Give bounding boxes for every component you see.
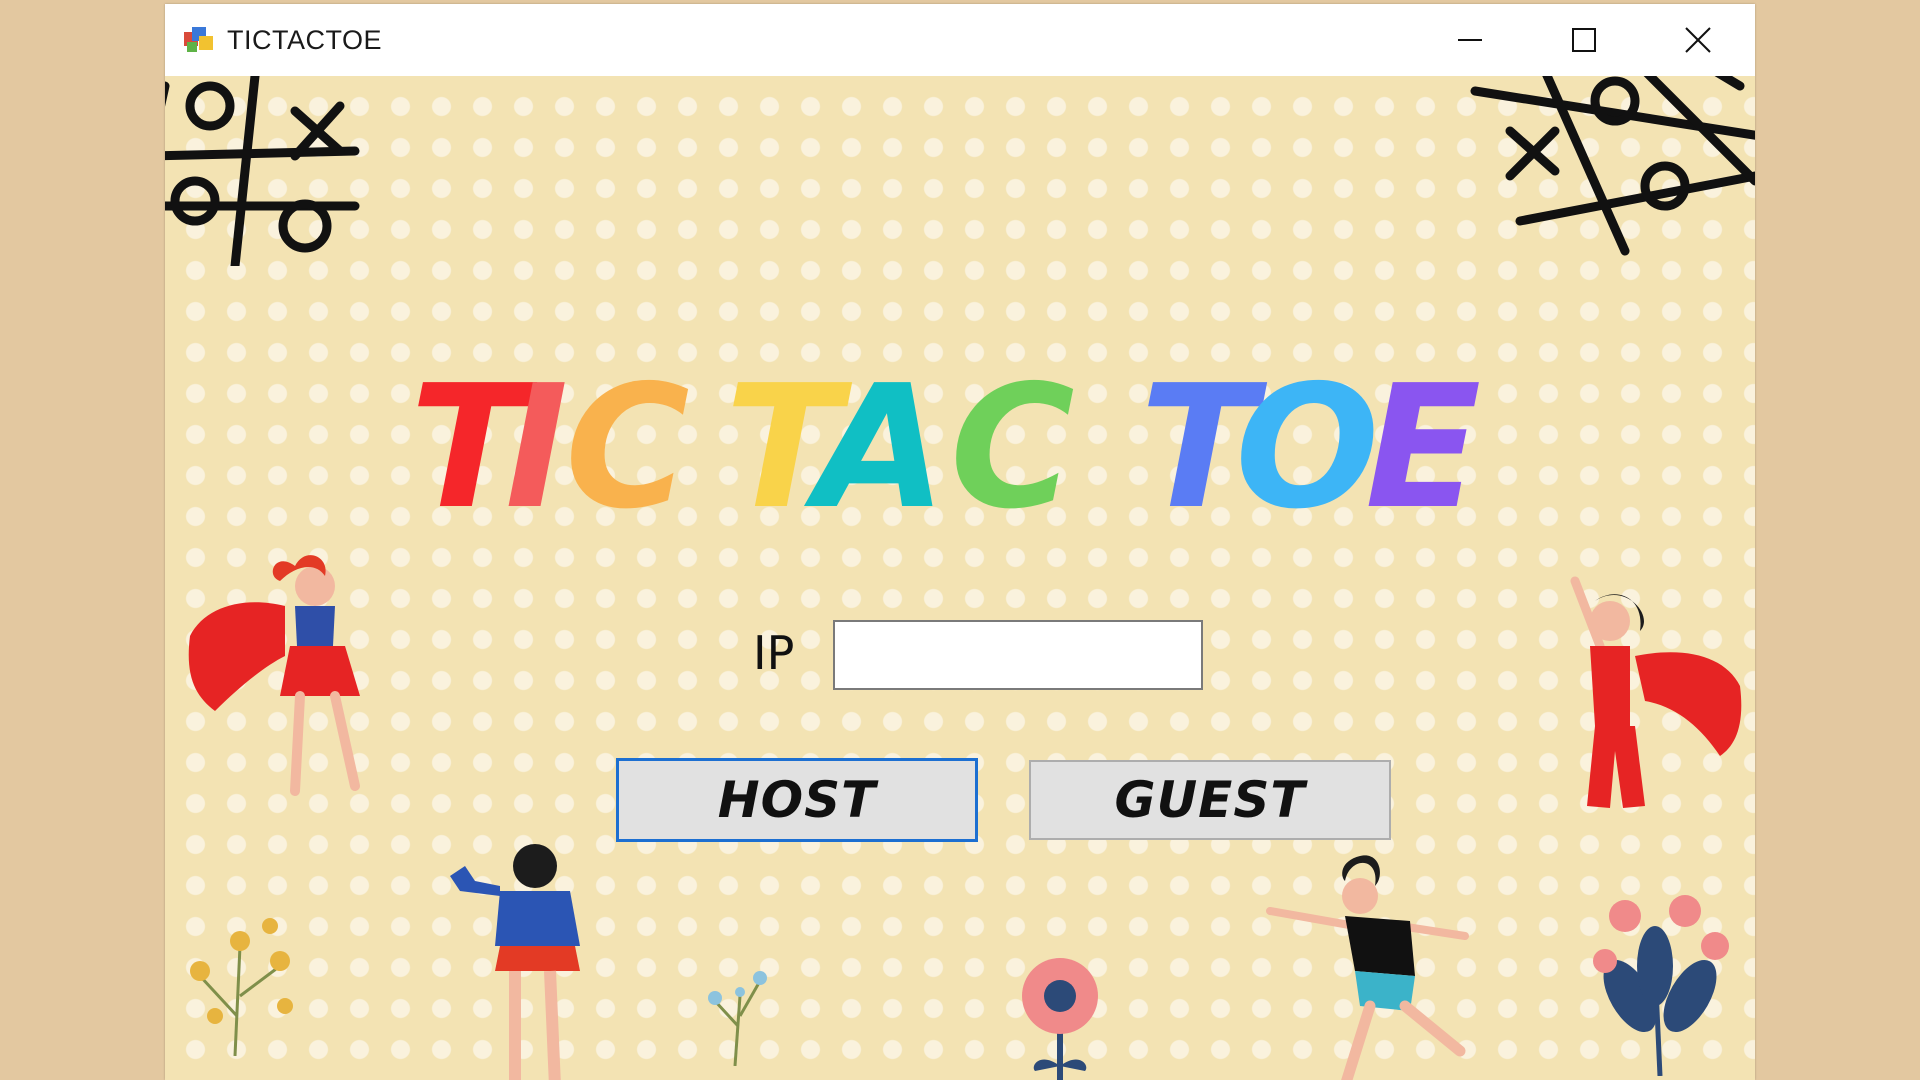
- guest-button[interactable]: GUEST: [1029, 760, 1391, 840]
- tictactoe-grid-icon-top-left: [165, 66, 412, 266]
- title-bar[interactable]: TICTACTOE: [165, 4, 1755, 76]
- minimize-icon: [1458, 39, 1482, 41]
- blue-flowers-illustration: [708, 971, 767, 1066]
- client-area: T I C T A C T O E IP HOST GUEST: [165, 66, 1755, 1080]
- game-title-logo: T I C T A C T O E: [410, 349, 1481, 536]
- title-letter-c2: C: [950, 349, 1075, 536]
- close-icon: [1685, 27, 1711, 53]
- app-window: TICTACTOE T I C T A C T O E IP HOST GUES…: [165, 4, 1755, 1080]
- app-icon: [183, 24, 215, 56]
- dancing-girl-illustration: [1266, 855, 1469, 1080]
- title-letter-i1: I: [505, 349, 568, 536]
- navy-flowers-illustration: [1593, 895, 1729, 1076]
- minimize-button[interactable]: [1413, 4, 1527, 76]
- ip-input[interactable]: [833, 620, 1203, 690]
- host-button[interactable]: HOST: [616, 758, 978, 842]
- title-letter-a: A: [803, 349, 947, 536]
- pink-flower-illustration: [1022, 958, 1098, 1080]
- title-letter-e: E: [1365, 349, 1481, 536]
- yellow-flowers-illustration: [190, 918, 293, 1056]
- ip-label: IP: [753, 626, 795, 680]
- title-letter-o: O: [1235, 349, 1380, 536]
- hero-girl-right-illustration: [1570, 576, 1742, 808]
- girl-power-illustration: [450, 844, 580, 1080]
- window-controls: [1413, 4, 1755, 76]
- title-letter-c1: C: [565, 349, 690, 536]
- tictactoe-grid-icon-top-right: [1470, 66, 1755, 256]
- window-title: TICTACTOE: [227, 24, 383, 55]
- hero-girl-left-illustration: [188, 555, 360, 796]
- close-button[interactable]: [1641, 4, 1755, 76]
- maximize-icon: [1572, 28, 1596, 52]
- maximize-button[interactable]: [1527, 4, 1641, 76]
